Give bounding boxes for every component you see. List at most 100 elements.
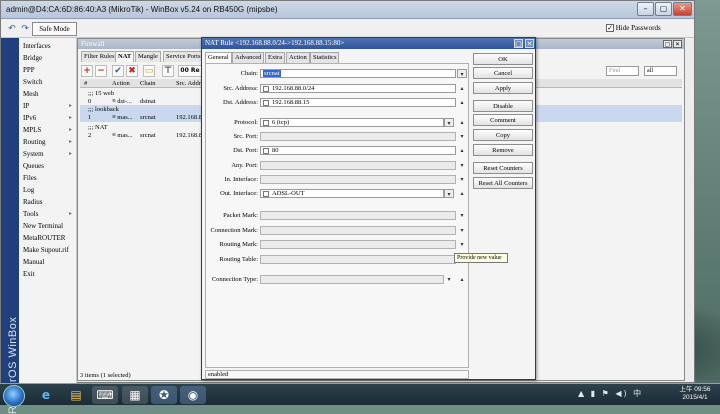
chevron-down-icon[interactable]: ▾ (457, 226, 467, 235)
connection-mark-field[interactable] (260, 226, 456, 235)
sidebar-item-bridge[interactable]: Bridge (23, 52, 75, 64)
sidebar-item-routing[interactable]: Routing ▸ (23, 136, 75, 148)
browser-icon[interactable]: ◉ (180, 386, 206, 404)
sidebar-item-mesh[interactable]: Mesh (23, 88, 75, 100)
protocol-select[interactable]: 6 (tcp) (260, 118, 444, 127)
ie-icon[interactable]: e (33, 386, 59, 404)
sidebar-item-switch[interactable]: Switch (23, 76, 75, 88)
chevron-down-icon[interactable]: ▾ (457, 69, 467, 78)
column-chain[interactable]: Chain (140, 79, 156, 88)
clock[interactable]: 上午 09:56 2015/4/1 (675, 386, 715, 402)
minimize-button[interactable]: – (637, 2, 654, 16)
sidebar-item-queues[interactable]: Queues (23, 160, 75, 172)
apply-button[interactable]: Apply (473, 82, 533, 94)
sidebar-item-tools[interactable]: Tools ▸ (23, 208, 75, 220)
close-icon[interactable]: ✕ (673, 40, 682, 48)
redo-icon[interactable]: ↷ (19, 23, 31, 35)
reset-counters-button[interactable]: Reset Counters (473, 162, 533, 174)
sidebar-item-interfaces[interactable]: Interfaces (23, 40, 75, 52)
sidebar-item-metarouter[interactable]: MetaROUTER (23, 232, 75, 244)
system-tray[interactable]: ▲ ▮ ⚑ ◀) 中 (578, 388, 643, 399)
calculator-icon[interactable]: ▦ (122, 386, 148, 404)
sidebar-item-ipv6[interactable]: IPv6 ▸ (23, 112, 75, 124)
chevron-down-icon[interactable]: ▾ (444, 275, 454, 284)
src-address-field[interactable]: 192.168.88.0/24 (260, 84, 456, 93)
negate-checkbox[interactable] (263, 191, 269, 197)
filter-icon[interactable]: ⊤ (162, 65, 174, 77)
chevron-down-icon[interactable]: ▾ (444, 118, 454, 127)
column-number[interactable]: # (84, 79, 87, 88)
tab-advanced[interactable]: Advanced (232, 52, 265, 63)
copy-button[interactable]: Copy (473, 129, 533, 141)
packet-mark-field[interactable] (260, 211, 456, 220)
tab-statistics[interactable]: Statistics (310, 52, 340, 63)
chevron-up-icon[interactable]: ▴ (457, 189, 467, 198)
chevron-up-icon[interactable]: ▴ (457, 84, 467, 93)
sidebar-item-ppp[interactable]: PPP (23, 64, 75, 76)
disable-icon[interactable]: ✖ (126, 65, 138, 77)
sidebar-item-mpls[interactable]: MPLS ▸ (23, 124, 75, 136)
chevron-down-icon[interactable]: ▾ (457, 132, 467, 141)
filter-select[interactable]: all (644, 66, 677, 76)
sidebar-item-ip[interactable]: IP ▸ (23, 100, 75, 112)
hide-passwords-checkbox[interactable]: ✓ Hide Passwords (606, 24, 661, 33)
remove-icon[interactable]: − (95, 65, 107, 77)
chevron-up-icon[interactable]: ▴ (457, 146, 467, 155)
chevron-down-icon[interactable]: ▾ (444, 189, 454, 198)
restore-icon[interactable]: ▢ (663, 40, 672, 48)
any-port-field[interactable] (260, 161, 456, 170)
routing-table-field[interactable] (260, 255, 456, 264)
negate-checkbox[interactable] (263, 148, 269, 154)
tab-action[interactable]: Action (286, 52, 310, 63)
column-action[interactable]: Action (112, 79, 130, 88)
sidebar-item-manual[interactable]: Manual (23, 256, 75, 268)
disable-button[interactable]: Disable (473, 100, 533, 112)
comment-icon[interactable]: ▭ (143, 65, 155, 77)
comment-button[interactable]: Comment (473, 114, 533, 126)
sidebar-item-log[interactable]: Log (23, 184, 75, 196)
tab-filter-rules[interactable]: Filter Rules (81, 51, 118, 62)
app-icon[interactable]: ⌨ (92, 386, 118, 404)
reset-all-counters-button[interactable]: Reset All Counters (473, 177, 533, 189)
tab-extra[interactable]: Extra (265, 52, 286, 63)
chevron-down-icon[interactable]: ▾ (457, 161, 467, 170)
tab-nat[interactable]: NAT (115, 51, 135, 62)
chevron-up-icon[interactable]: ▴ (457, 98, 467, 107)
remove-button[interactable]: Remove (473, 144, 533, 156)
ok-button[interactable]: OK (473, 53, 533, 65)
dst-address-field[interactable]: 192.168.88.15 (260, 98, 456, 107)
out-interface-select[interactable]: ADSL-OUT (260, 189, 444, 198)
chevron-up-icon[interactable]: ▴ (457, 118, 467, 127)
sidebar-item-files[interactable]: Files (23, 172, 75, 184)
chevron-down-icon[interactable]: ▾ (457, 211, 467, 220)
negate-checkbox[interactable] (263, 86, 269, 92)
negate-checkbox[interactable] (263, 120, 269, 126)
close-icon[interactable]: ✕ (525, 39, 534, 48)
sidebar-item-new-terminal[interactable]: New Terminal (23, 220, 75, 232)
maximize-button[interactable]: ▢ (655, 2, 672, 16)
add-icon[interactable]: + (81, 65, 93, 77)
chevron-down-icon[interactable]: ▾ (457, 240, 467, 249)
dialog-title[interactable]: NAT Rule <192.168.88.0/24->192.168.88.15… (202, 38, 535, 49)
chain-select[interactable]: srcnat (260, 69, 456, 78)
close-button[interactable]: ✕ (673, 2, 692, 16)
safe-mode-button[interactable]: Safe Mode (32, 22, 77, 36)
sidebar-item-make-supout[interactable]: Make Supout.rif (23, 244, 75, 256)
restore-icon[interactable]: ▢ (514, 39, 523, 48)
enable-icon[interactable]: ✔ (112, 65, 124, 77)
chevron-down-icon[interactable]: ▾ (457, 175, 467, 184)
title-bar[interactable]: admin@D4:CA:6D:86:40:A3 (MikroTik) - Win… (1, 1, 694, 19)
folder-icon[interactable]: ▤ (63, 386, 89, 404)
sidebar-item-radius[interactable]: Radius (23, 196, 75, 208)
chevron-up-icon[interactable]: ▴ (457, 275, 467, 284)
reset-counters-button[interactable]: 00 Re (178, 65, 202, 77)
winbox-icon[interactable]: ✪ (151, 386, 177, 404)
routing-mark-field[interactable] (260, 240, 456, 249)
in-interface-field[interactable] (260, 175, 456, 184)
start-button[interactable] (3, 385, 25, 407)
cancel-button[interactable]: Cancel (473, 67, 533, 79)
dst-port-field[interactable]: 80 (260, 146, 456, 155)
tab-service-ports[interactable]: Service Ports (163, 51, 204, 62)
connection-type-field[interactable] (260, 275, 444, 284)
negate-checkbox[interactable] (263, 100, 269, 106)
